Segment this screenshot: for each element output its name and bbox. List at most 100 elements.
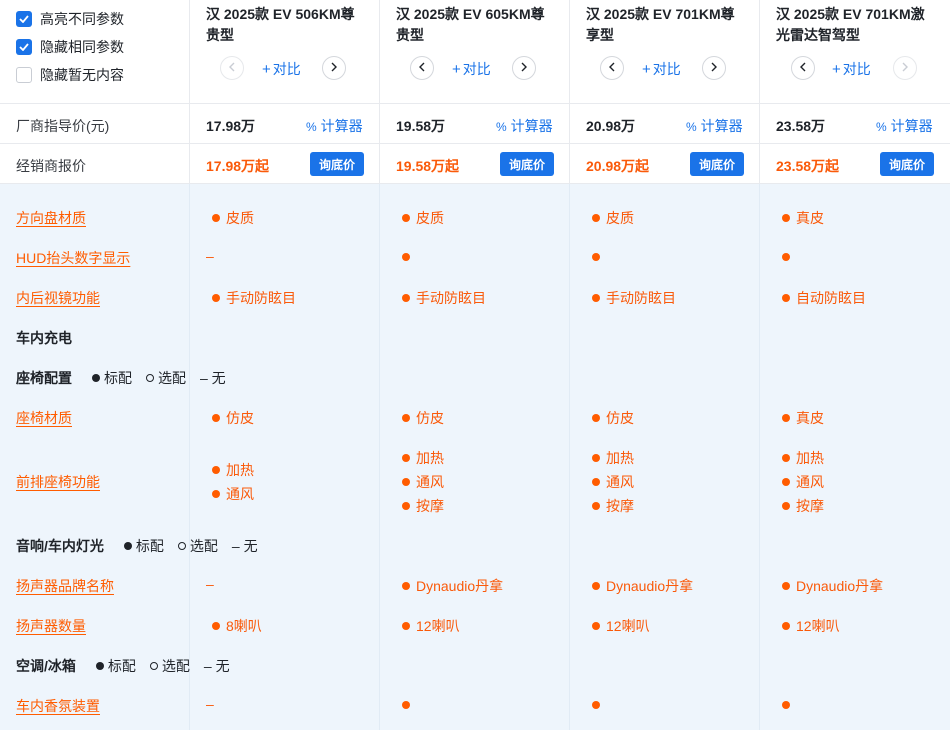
param-label-steering-wheel[interactable]: 方向盘材质 bbox=[16, 208, 86, 228]
ask-price-button[interactable]: 询底价 bbox=[500, 152, 554, 176]
msrp-label: 厂商指导价(元) bbox=[16, 118, 110, 134]
standard-dot-icon bbox=[402, 414, 410, 422]
calculator-link[interactable]: % 计算器 bbox=[876, 116, 933, 136]
option-highlight-diff[interactable]: 高亮不同参数 bbox=[16, 9, 124, 29]
ask-price-button[interactable]: 询底价 bbox=[310, 152, 364, 176]
param-label-speaker-brand[interactable]: 扬声器品牌名称 bbox=[16, 576, 114, 596]
dealer-price-value: 23.58万起 bbox=[776, 158, 840, 174]
divider bbox=[759, 0, 760, 184]
model-name: 汉 2025款 EV 605KM尊贵型 bbox=[396, 6, 545, 43]
param-value: 皮质 bbox=[402, 208, 444, 228]
param-value: 加热 bbox=[592, 448, 634, 468]
legend: 标配 选配 – 无 bbox=[123, 536, 258, 556]
param-value: 手动防眩目 bbox=[402, 288, 486, 308]
param-label-front-seat-function[interactable]: 前排座椅功能 bbox=[16, 472, 100, 492]
standard-dot-icon bbox=[782, 701, 790, 709]
calculator-link[interactable]: % 计算器 bbox=[686, 116, 743, 136]
divider bbox=[0, 103, 950, 104]
param-value bbox=[592, 701, 606, 709]
standard-dot-icon bbox=[592, 253, 600, 261]
standard-dot-icon bbox=[402, 253, 410, 261]
param-value: 按摩 bbox=[402, 496, 444, 516]
calculator-link[interactable]: % 计算器 bbox=[306, 116, 363, 136]
param-value: 仿皮 bbox=[212, 408, 254, 428]
move-left-button[interactable] bbox=[600, 56, 624, 80]
standard-legend-icon bbox=[92, 374, 100, 382]
param-value: – bbox=[206, 696, 214, 712]
param-value bbox=[782, 253, 796, 261]
checkbox-unchecked-icon[interactable] bbox=[16, 67, 32, 83]
standard-legend-icon bbox=[95, 662, 104, 670]
standard-dot-icon bbox=[592, 582, 600, 590]
standard-dot-icon bbox=[592, 478, 600, 486]
standard-legend-icon bbox=[123, 542, 132, 550]
standard-dot-icon bbox=[212, 214, 220, 222]
move-left-button[interactable] bbox=[791, 56, 815, 80]
param-value bbox=[402, 701, 416, 709]
percent-icon: % bbox=[686, 120, 697, 134]
standard-dot-icon bbox=[592, 454, 600, 462]
standard-dot-icon bbox=[782, 502, 790, 510]
move-right-button[interactable] bbox=[322, 56, 346, 80]
chevron-left-icon bbox=[608, 59, 616, 77]
chevron-right-icon bbox=[710, 59, 718, 77]
msrp-value: 19.58万 bbox=[396, 118, 446, 134]
param-value: 加热 bbox=[212, 460, 254, 480]
standard-dot-icon bbox=[782, 214, 790, 222]
param-value: 通风 bbox=[402, 472, 444, 492]
standard-dot-icon bbox=[782, 454, 790, 462]
standard-dot-icon bbox=[782, 294, 790, 302]
checkbox-checked-icon[interactable] bbox=[16, 11, 32, 27]
legend: 标配 选配 – 无 bbox=[95, 656, 230, 676]
dealer-price-label: 经销商报价 bbox=[16, 158, 86, 174]
move-left-button[interactable] bbox=[410, 56, 434, 80]
param-label-fragrance[interactable]: 车内香氛装置 bbox=[16, 696, 100, 716]
model-name: 汉 2025款 EV 506KM尊贵型 bbox=[206, 6, 355, 43]
calculator-link[interactable]: % 计算器 bbox=[496, 116, 553, 136]
compare-button[interactable]: + 对比 bbox=[832, 59, 871, 79]
percent-icon: % bbox=[306, 120, 317, 134]
standard-dot-icon bbox=[212, 622, 220, 630]
chevron-right-icon bbox=[901, 59, 909, 77]
model-name: 汉 2025款 EV 701KM激光雷达智驾型 bbox=[776, 6, 925, 43]
param-value: Dynaudio丹拿 bbox=[402, 576, 503, 596]
move-right-button[interactable] bbox=[702, 56, 726, 80]
dealer-price-value: 17.98万起 bbox=[206, 158, 270, 174]
compare-button[interactable]: + 对比 bbox=[262, 59, 301, 79]
standard-dot-icon bbox=[402, 502, 410, 510]
param-label-hud[interactable]: HUD抬头数字显示 bbox=[16, 248, 130, 268]
compare-button[interactable]: + 对比 bbox=[642, 59, 681, 79]
param-label-seat-material[interactable]: 座椅材质 bbox=[16, 408, 72, 428]
ask-price-button[interactable]: 询底价 bbox=[880, 152, 934, 176]
standard-dot-icon bbox=[592, 502, 600, 510]
divider bbox=[569, 0, 570, 184]
divider bbox=[189, 184, 190, 730]
param-value: – bbox=[206, 248, 214, 264]
option-label: 隐藏暂无内容 bbox=[40, 67, 124, 83]
model-name: 汉 2025款 EV 701KM尊享型 bbox=[586, 6, 735, 43]
move-right-button[interactable] bbox=[512, 56, 536, 80]
param-value: 自动防眩目 bbox=[782, 288, 866, 308]
chevron-left-icon bbox=[228, 59, 236, 77]
param-label-speaker-count[interactable]: 扬声器数量 bbox=[16, 616, 86, 636]
param-value: 真皮 bbox=[782, 208, 824, 228]
msrp-value: 17.98万 bbox=[206, 118, 256, 134]
standard-dot-icon bbox=[592, 622, 600, 630]
percent-icon: % bbox=[876, 120, 887, 134]
param-label-rearview-mirror[interactable]: 内后视镜功能 bbox=[16, 288, 100, 308]
section-title-audio: 音响/车内灯光 标配 选配 – 无 bbox=[16, 536, 258, 556]
param-value: 通风 bbox=[782, 472, 824, 492]
option-label: 高亮不同参数 bbox=[40, 11, 124, 27]
move-right-button[interactable] bbox=[893, 56, 917, 80]
param-value: 手动防眩目 bbox=[212, 288, 296, 308]
param-value: Dynaudio丹拿 bbox=[782, 576, 883, 596]
compare-button[interactable]: + 对比 bbox=[452, 59, 491, 79]
param-value: 12喇叭 bbox=[592, 616, 650, 636]
option-hide-same[interactable]: 隐藏相同参数 bbox=[16, 37, 124, 57]
checkbox-checked-icon[interactable] bbox=[16, 39, 32, 55]
move-left-button[interactable] bbox=[220, 56, 244, 80]
param-value: 手动防眩目 bbox=[592, 288, 676, 308]
standard-dot-icon bbox=[592, 414, 600, 422]
option-hide-empty[interactable]: 隐藏暂无内容 bbox=[16, 65, 124, 85]
ask-price-button[interactable]: 询底价 bbox=[690, 152, 744, 176]
